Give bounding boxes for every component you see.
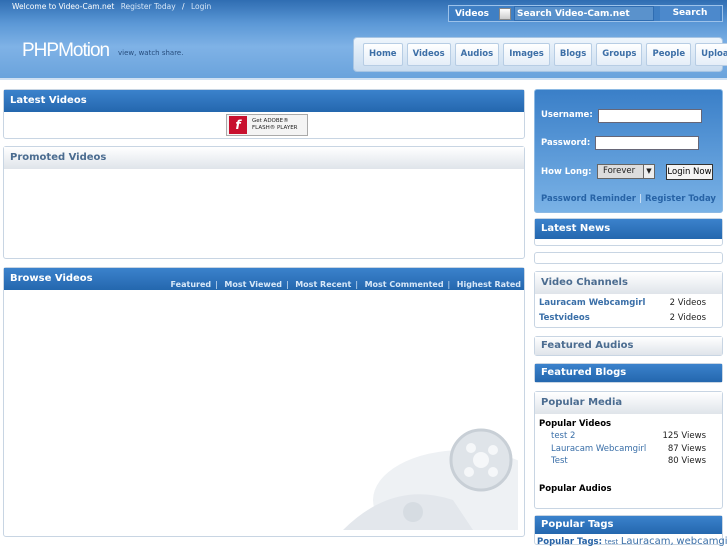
browse-filter-links: Featured | Most Viewed | Most Recent | Most… bbox=[170, 280, 521, 289]
password-label: Password: bbox=[541, 138, 591, 148]
video-channels-panel: Video Channels Lauracam Webcamgirl 2 Vid… bbox=[534, 271, 723, 328]
nav-groups[interactable]: Groups bbox=[596, 43, 643, 66]
promoted-videos-panel: Promoted Videos bbox=[3, 146, 525, 259]
popular-video-link[interactable]: Test bbox=[551, 455, 568, 468]
nav-people[interactable]: People bbox=[646, 43, 692, 66]
site-logo[interactable]: PHPMotion bbox=[22, 40, 110, 62]
username-label: Username: bbox=[541, 110, 593, 120]
password-reminder-link[interactable]: Password Reminder bbox=[541, 194, 636, 204]
search-bar: Videos Search bbox=[448, 5, 723, 22]
latest-news-body bbox=[534, 252, 723, 264]
main-nav: Home Videos Audios Images Blogs Groups P… bbox=[353, 37, 727, 72]
promoted-videos-title: Promoted Videos bbox=[4, 147, 524, 169]
list-item: Test 80 Views bbox=[535, 455, 722, 468]
login-panel: Username: Password: How Long: Forever ▼ … bbox=[534, 89, 723, 213]
nav-images[interactable]: Images bbox=[503, 43, 550, 66]
list-item: test 2 125 Views bbox=[535, 430, 722, 443]
site-header: Welcome to Video-Cam.net Register Today … bbox=[0, 0, 727, 80]
featured-blogs-title: Featured Blogs bbox=[535, 364, 722, 382]
search-type-label[interactable]: Videos bbox=[449, 9, 499, 19]
popular-videos-label: Popular Videos bbox=[539, 419, 612, 429]
how-long-select[interactable]: Forever ▼ bbox=[597, 164, 655, 179]
latest-videos-panel: Latest Videos f Get ADOBE® FLASH® PLAYER bbox=[3, 89, 525, 139]
flash-icon: f bbox=[229, 116, 247, 134]
how-long-label: How Long: bbox=[541, 167, 592, 177]
flash-badge-line1: Get ADOBE® bbox=[252, 118, 289, 124]
how-long-value: Forever bbox=[603, 166, 636, 176]
view-count: 125 Views bbox=[662, 431, 706, 441]
popular-video-link[interactable]: Lauracam Webcamgirl bbox=[551, 443, 646, 456]
browse-highest-rated-link[interactable]: Highest Rated bbox=[457, 280, 521, 289]
nav-home[interactable]: Home bbox=[363, 43, 403, 66]
popular-tags-panel: Popular Tags Popular Tags: test Lauracam… bbox=[534, 515, 727, 547]
popular-audios-label: Popular Audios bbox=[539, 483, 612, 494]
list-item: Lauracam Webcamgirl 87 Views bbox=[535, 443, 722, 456]
login-register-link[interactable]: Register Today bbox=[645, 194, 716, 204]
browse-most-viewed-link[interactable]: Most Viewed bbox=[224, 280, 282, 289]
login-link[interactable]: Login bbox=[191, 2, 211, 11]
nav-videos[interactable]: Videos bbox=[406, 43, 451, 66]
film-reel-decoration bbox=[343, 428, 518, 530]
browse-most-commented-link[interactable]: Most Commented bbox=[365, 280, 444, 289]
list-item: Testvideos 2 Videos bbox=[535, 311, 722, 326]
view-count: 87 Views bbox=[667, 443, 706, 454]
featured-audios-panel: Featured Audios bbox=[534, 336, 723, 356]
channel-count: 2 Videos bbox=[669, 313, 706, 323]
list-item: Lauracam Webcamgirl 2 Videos bbox=[535, 296, 722, 311]
nav-blogs[interactable]: Blogs bbox=[553, 43, 593, 66]
popular-tags-label: Popular Tags: bbox=[537, 537, 602, 547]
password-input[interactable] bbox=[595, 136, 699, 150]
search-input[interactable] bbox=[514, 6, 654, 21]
browse-most-recent-link[interactable]: Most Recent bbox=[295, 280, 351, 289]
browse-videos-panel: Browse Videos Featured | Most Viewed | Mos… bbox=[3, 267, 525, 537]
featured-blogs-panel: Featured Blogs bbox=[534, 363, 723, 383]
popular-video-link[interactable]: test 2 bbox=[551, 430, 575, 443]
popular-tags-title: Popular Tags bbox=[535, 516, 722, 534]
topbar-separator: / bbox=[182, 2, 185, 11]
browse-featured-link[interactable]: Featured bbox=[171, 280, 212, 289]
flash-badge-line2: FLASH® PLAYER bbox=[252, 125, 298, 131]
dropdown-arrow-icon: ▼ bbox=[643, 165, 654, 178]
channel-link[interactable]: Lauracam Webcamgirl bbox=[539, 296, 645, 311]
latest-news-panel: Latest News bbox=[534, 218, 723, 246]
login-button[interactable]: Login Now bbox=[666, 164, 713, 180]
channel-count: 2 Videos bbox=[669, 298, 706, 308]
top-bar: Welcome to Video-Cam.net Register Today … bbox=[12, 2, 215, 11]
popular-media-panel: Popular Media Popular Videos test 2 125 … bbox=[534, 391, 723, 509]
nav-upload[interactable]: Upload bbox=[695, 43, 727, 66]
site-slogan: view, watch share. bbox=[118, 49, 184, 57]
username-input[interactable] bbox=[598, 109, 702, 123]
nav-audios[interactable]: Audios bbox=[454, 43, 500, 66]
view-count: 80 Views bbox=[667, 456, 706, 466]
video-channels-title: Video Channels bbox=[535, 272, 722, 294]
welcome-text: Welcome to Video-Cam.net bbox=[12, 2, 115, 11]
featured-audios-title: Featured Audios bbox=[535, 337, 722, 355]
search-type-dropdown[interactable] bbox=[499, 7, 511, 20]
get-flash-player-badge[interactable]: f Get ADOBE® FLASH® PLAYER bbox=[226, 114, 308, 136]
tag-link[interactable]: webcamgirl bbox=[676, 536, 727, 547]
search-button[interactable]: Search bbox=[660, 6, 720, 21]
register-link[interactable]: Register Today bbox=[121, 2, 176, 11]
tag-link[interactable]: Lauracam, bbox=[621, 536, 674, 547]
latest-news-title: Latest News bbox=[535, 219, 722, 239]
latest-videos-title: Latest Videos bbox=[4, 90, 524, 112]
popular-media-title: Popular Media bbox=[535, 392, 722, 414]
channel-link[interactable]: Testvideos bbox=[539, 311, 590, 326]
